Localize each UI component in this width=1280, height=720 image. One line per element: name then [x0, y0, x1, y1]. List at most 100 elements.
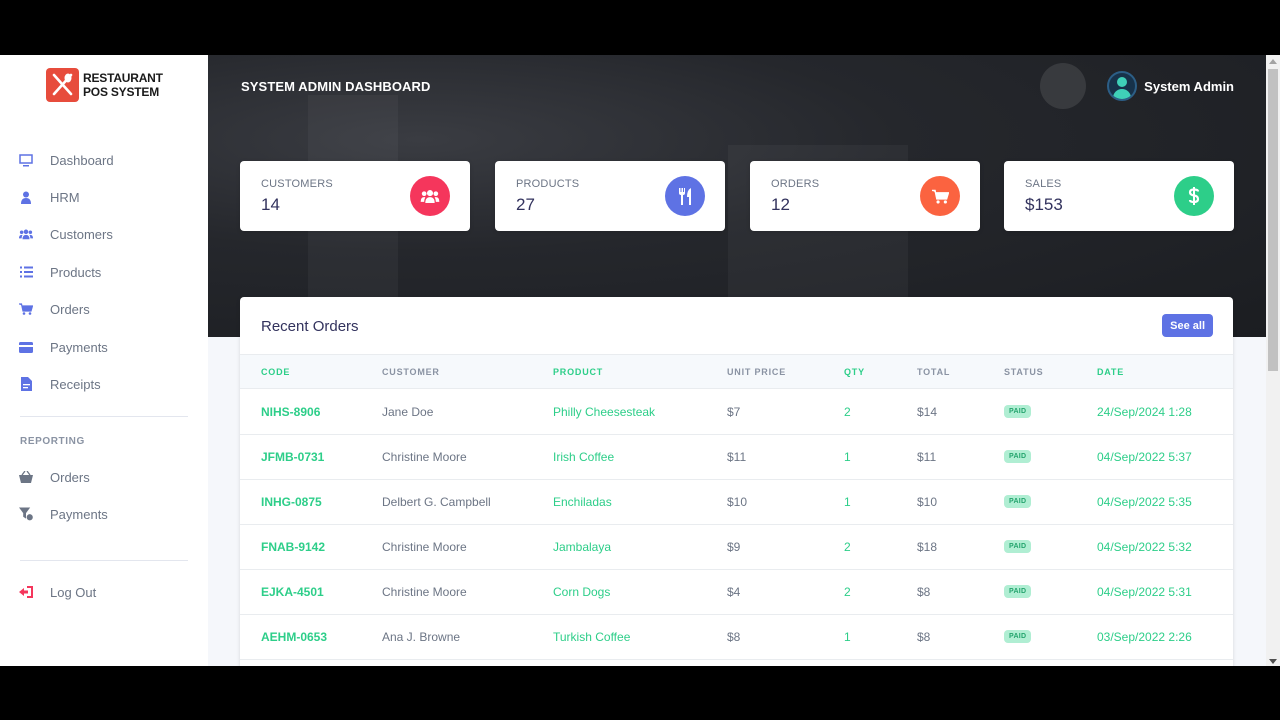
order-code: NIHS-8906 — [261, 405, 321, 419]
customer-name: Christine Moore — [382, 540, 467, 554]
app-window: RESTAURANT POS SYSTEM Dashboard HRM Cust… — [0, 55, 1280, 666]
status-badge: PAID — [1004, 450, 1032, 463]
order-code: INHG-0875 — [261, 495, 322, 509]
sidebar-item-hrm[interactable]: HRM — [0, 182, 208, 212]
table-row[interactable]: AEHM-0653 Ana J. Browne Turkish Coffee $8 1 $… — [240, 615, 1233, 660]
user-name: System Admin — [1144, 78, 1234, 94]
quantity: 2 — [844, 585, 851, 599]
user-tie-icon — [19, 190, 33, 204]
column-header: UNIT PRICE — [727, 367, 787, 377]
credit-card-icon — [19, 340, 33, 354]
column-header: CUSTOMER — [382, 367, 440, 377]
quantity: 1 — [844, 495, 851, 509]
sidebar-item-reporting-orders[interactable]: Orders — [0, 462, 208, 492]
vertical-scrollbar[interactable] — [1266, 55, 1280, 666]
brand-name: RESTAURANT POS SYSTEM — [83, 71, 163, 99]
unit-price: $4 — [727, 585, 741, 599]
quantity: 1 — [844, 450, 851, 464]
cart-icon — [920, 176, 960, 216]
see-all-button[interactable]: See all — [1162, 314, 1213, 337]
stat-label: CUSTOMERS — [261, 178, 333, 190]
cart-icon — [19, 302, 33, 316]
table-row[interactable]: INHG-0875 Delbert G. Campbell Enchiladas $1… — [240, 480, 1233, 525]
sidebar-item-label: Dashboard — [50, 152, 114, 168]
order-code: FNAB-9142 — [261, 540, 326, 554]
stat-card-customers: CUSTOMERS 14 — [240, 161, 470, 231]
total: $10 — [917, 495, 938, 509]
product-name: Jambalaya — [553, 540, 612, 554]
product-name: Corn Dogs — [553, 585, 611, 599]
product-name: Enchiladas — [553, 495, 612, 509]
column-header: QTY — [844, 367, 865, 377]
product-name: Philly Cheesesteak — [553, 405, 656, 419]
unit-price: $7 — [727, 405, 741, 419]
utensils-logo-icon — [46, 68, 79, 102]
utensils-icon — [665, 176, 705, 216]
sidebar-item-receipts[interactable]: Receipts — [0, 369, 208, 399]
order-date: 04/Sep/2022 5:35 — [1097, 495, 1192, 509]
stat-value: $153 — [1025, 195, 1063, 214]
basket-icon — [19, 470, 33, 484]
scroll-up-arrow-icon[interactable] — [1269, 59, 1277, 64]
sidebar-item-label: Orders — [50, 301, 90, 317]
table-row[interactable]: NIHS-8906 Jane Doe Philly Cheesesteak $7 2 $1… — [240, 390, 1233, 435]
scroll-thumb[interactable] — [1268, 69, 1278, 371]
product-name: Turkish Coffee — [553, 630, 631, 644]
page-title: SYSTEM ADMIN DASHBOARD — [241, 79, 431, 94]
users-icon — [410, 176, 450, 216]
table-row[interactable]: FNAB-9142 Christine Moore Jambalaya $9 2 $18 P… — [240, 525, 1233, 570]
customer-name: Christine Moore — [382, 450, 467, 464]
user-avatar-icon — [1107, 71, 1138, 101]
sign-out-icon — [19, 585, 33, 599]
table-row[interactable]: JFMB-0731 Christine Moore Irish Coffee $11 1… — [240, 435, 1233, 480]
status-badge: PAID — [1004, 630, 1032, 643]
recent-orders-card: Recent Orders See all CODE CUSTOMER PRODUC… — [240, 297, 1233, 666]
customer-name: Jane Doe — [382, 405, 434, 419]
quantity: 1 — [844, 630, 851, 644]
unit-price: $9 — [727, 540, 741, 554]
user-menu[interactable]: System Admin — [1107, 71, 1234, 101]
stat-value: 14 — [261, 195, 280, 214]
sidebar-item-customers[interactable]: Customers — [0, 219, 208, 249]
unit-price: $8 — [727, 630, 741, 644]
sidebar: RESTAURANT POS SYSTEM Dashboard HRM Cust… — [0, 55, 208, 666]
quantity: 2 — [844, 405, 851, 419]
sidebar-item-logout[interactable]: Log Out — [0, 577, 208, 607]
list-icon — [19, 265, 33, 279]
stat-label: SALES — [1025, 178, 1062, 190]
column-header: PRODUCT — [553, 367, 604, 377]
total: $8 — [917, 585, 931, 599]
sidebar-item-payments[interactable]: Payments — [0, 332, 208, 362]
total: $8 — [917, 630, 931, 644]
status-badge: PAID — [1004, 405, 1032, 418]
total: $11 — [917, 450, 937, 464]
unit-price: $11 — [727, 450, 747, 464]
customer-name: Delbert G. Campbell — [382, 495, 491, 509]
scroll-down-arrow-icon[interactable] — [1269, 659, 1277, 664]
funnel-dollar-icon — [19, 507, 33, 521]
stat-label: PRODUCTS — [516, 178, 580, 190]
stat-card-products: PRODUCTS 27 — [495, 161, 725, 231]
sidebar-item-products[interactable]: Products — [0, 257, 208, 287]
order-date: 04/Sep/2022 5:37 — [1097, 450, 1192, 464]
reporting-heading: REPORTING — [20, 436, 85, 447]
brand-logo[interactable]: RESTAURANT POS SYSTEM — [46, 68, 163, 102]
order-date: 04/Sep/2022 5:31 — [1097, 585, 1192, 599]
sidebar-item-orders[interactable]: Orders — [0, 294, 208, 324]
recent-orders-title: Recent Orders — [261, 318, 359, 335]
order-date: 24/Sep/2024 1:28 — [1097, 405, 1192, 419]
sidebar-item-label: Log Out — [50, 584, 97, 600]
nav-divider — [20, 560, 188, 561]
sidebar-item-reporting-payments[interactable]: Payments — [0, 499, 208, 529]
sidebar-item-label: Orders — [50, 469, 90, 485]
sidebar-item-label: Receipts — [50, 376, 101, 392]
sidebar-item-dashboard[interactable]: Dashboard — [0, 145, 208, 175]
table-row[interactable]: EJKA-4501 Christine Moore Corn Dogs $4 2 $8 PA… — [240, 570, 1233, 615]
sidebar-item-label: Customers — [50, 226, 113, 242]
sidebar-item-label: Payments — [50, 339, 108, 355]
dollar-icon — [1174, 176, 1214, 216]
nav-divider — [20, 416, 188, 417]
users-icon — [19, 227, 33, 241]
table-header: CODE CUSTOMER PRODUCT UNIT PRICE QTY TOTAL STA… — [240, 354, 1233, 389]
main-content: SYSTEM ADMIN DASHBOARD System Admin CUST… — [208, 55, 1266, 666]
